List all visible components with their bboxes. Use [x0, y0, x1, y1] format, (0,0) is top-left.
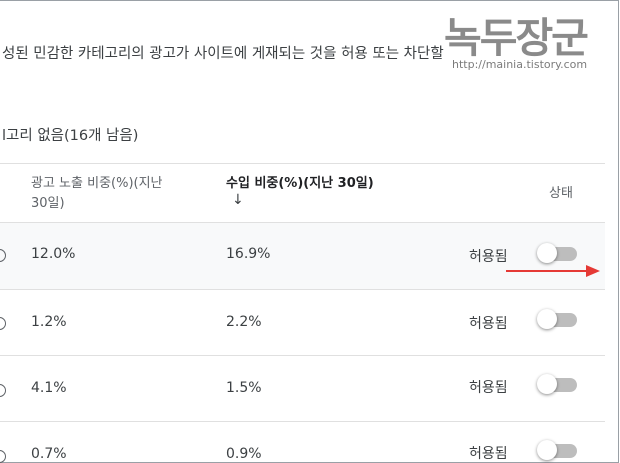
- status-label: 허용됨: [469, 380, 508, 396]
- row-radio[interactable]: [0, 317, 6, 330]
- impression-share-cell: 4.1%: [31, 380, 67, 396]
- row-radio[interactable]: [0, 249, 6, 262]
- table-row: 4.1% 1.5% 허용됨: [0, 356, 605, 422]
- header-impression-share-line2: 30일): [31, 196, 65, 211]
- impression-share-cell: 0.7%: [31, 446, 67, 462]
- header-status: 상태: [549, 186, 573, 201]
- status-label: 허용됨: [469, 446, 508, 462]
- header-impression-share[interactable]: 광고 노출 비중(%)(지난 30일): [31, 174, 163, 214]
- annotation-arrow-icon: [506, 265, 600, 277]
- row-radio[interactable]: [0, 450, 6, 463]
- table-row: 1.2% 2.2% 허용됨: [0, 290, 605, 356]
- status-toggle[interactable]: [537, 440, 577, 460]
- impression-share-cell: 1.2%: [31, 314, 67, 330]
- status-toggle[interactable]: [537, 374, 577, 394]
- status-label: 허용됨: [469, 316, 508, 332]
- revenue-share-cell: 2.2%: [226, 314, 262, 330]
- status-toggle[interactable]: [537, 309, 577, 329]
- revenue-share-cell: 16.9%: [226, 246, 271, 262]
- watermark-logo: 녹두장군: [444, 14, 589, 62]
- header-impression-share-line1: 광고 노출 비중(%)(지난: [31, 176, 163, 191]
- impression-share-cell: 12.0%: [31, 246, 76, 262]
- header-revenue-share[interactable]: 수입 비중(%)(지난 30일): [226, 174, 374, 194]
- page-description: 성된 민감한 카테고리의 광고가 사이트에 게재되는 것을 허용 또는 차단할: [2, 46, 444, 62]
- revenue-share-cell: 1.5%: [226, 380, 262, 396]
- table-row: 0.7% 0.9% 허용됨: [0, 422, 605, 463]
- revenue-share-cell: 0.9%: [226, 446, 262, 462]
- category-count: l고리 없음(16개 남음): [2, 128, 139, 144]
- sort-arrow-icon[interactable]: ↓: [232, 192, 244, 208]
- divider: [0, 163, 605, 164]
- status-label: 허용됨: [469, 249, 508, 265]
- watermark-url: http://mainia.tistory.com: [452, 58, 588, 71]
- status-toggle[interactable]: [537, 243, 577, 263]
- row-radio[interactable]: [0, 384, 6, 397]
